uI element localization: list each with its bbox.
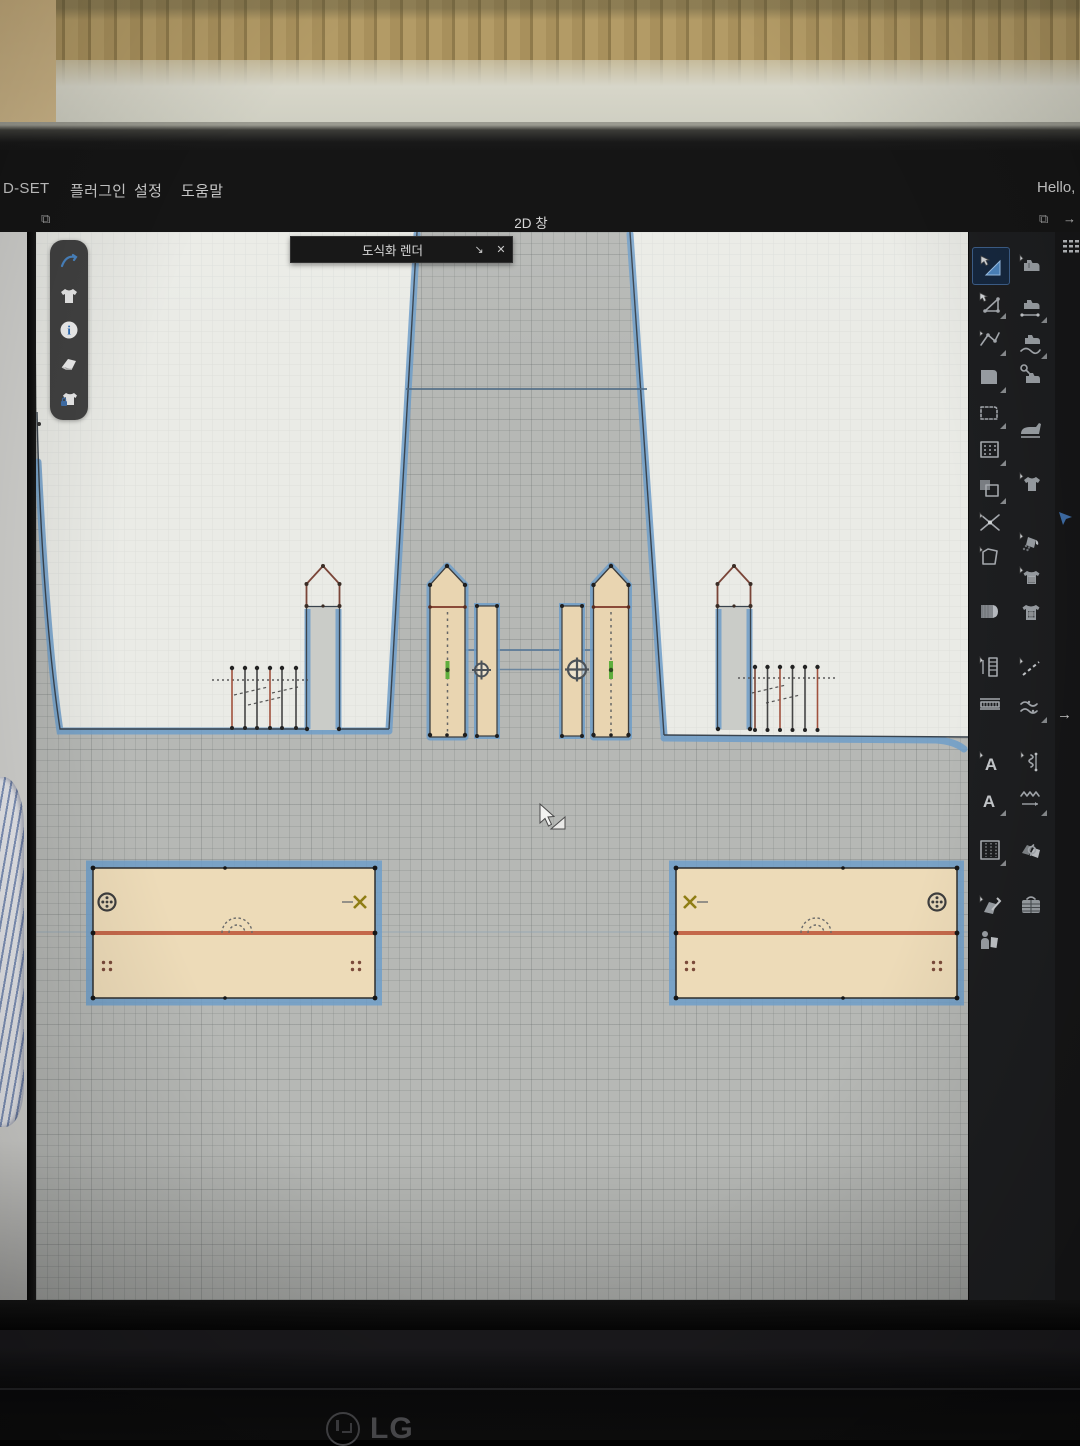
menu-item-help[interactable]: 도움말 [181,180,223,201]
window-restore-icon[interactable]: ⧉ [41,211,50,227]
tool-fabric-roll[interactable] [972,594,1008,630]
tool-cut-cross[interactable] [972,505,1008,541]
pattern-piece-waistband-right[interactable] [673,864,961,1002]
render-panel-close-icon[interactable]: ✕ [490,243,512,256]
tool-tape-measure[interactable] [972,686,1008,722]
render-panel-title: 도식화 렌더 [291,240,468,259]
lg-logo: LG [326,1412,414,1446]
blue-cursor-icon [1058,510,1074,531]
expand-arrow-icon[interactable]: → [1057,706,1072,723]
tool-quilting[interactable] [1013,887,1049,923]
window-divider[interactable] [27,232,36,1300]
tool-pattern-pen[interactable] [972,887,1008,923]
tool-apply-texture[interactable] [1013,559,1049,595]
lg-brand-text: LG [370,1412,414,1446]
screen-bottom-shadow [0,1300,1080,1330]
tool-inspect-sewing[interactable] [1013,357,1049,393]
tool-segment-sewing[interactable] [1013,247,1049,283]
window-detach-arrow-icon[interactable]: → [1063,211,1076,226]
edge-point[interactable] [37,422,41,426]
tool-edit-pattern[interactable] [972,285,1008,321]
garment-lock-icon[interactable] [56,386,82,412]
monitor-bezel-bottom: LG [0,1330,1080,1440]
menu-item-mdset[interactable]: D-SET [3,180,50,197]
tool-avatar-pattern[interactable] [972,922,1008,958]
tool-texture-fill[interactable] [1013,595,1049,631]
tool-shirring[interactable] [1013,744,1049,780]
svg-text:A: A [985,755,997,774]
tab-2d-window[interactable]: 2D 창 [514,212,547,232]
tool-elastic-band[interactable] [1013,782,1049,818]
room-wall-lower [0,60,1080,126]
tool-pleat-panel[interactable] [972,832,1008,868]
needle-curve-tool-icon[interactable] [56,248,82,274]
tool-iron-press[interactable] [1013,412,1049,448]
pattern-2d-canvas[interactable] [36,232,968,1300]
left-floating-toolbar: i [50,240,88,420]
tool-free-sewing[interactable] [1013,289,1049,325]
tool-text[interactable]: A [972,744,1008,780]
tool-pattern-shape[interactable] [972,359,1008,395]
tool-transform[interactable] [972,247,1010,285]
bezel-seam [0,1388,1080,1390]
tool-curve-sewing[interactable] [1013,325,1049,361]
tool-seam-ruler[interactable] [972,649,1008,685]
fabric-layer-icon[interactable] [56,351,82,377]
button-symbol [929,894,946,911]
svg-text:A: A [983,792,995,811]
sliver-shadow [0,1140,27,1300]
account-greeting: Hello, [1037,179,1075,196]
pattern-piece-placket-right[interactable] [591,564,630,737]
tool-select-garment[interactable] [1013,465,1049,501]
show-garment-icon[interactable] [56,283,82,309]
tool-symmetry-pattern[interactable] [1013,832,1049,868]
pattern-piece-placket-left[interactable] [428,564,467,737]
menu-item-plugin[interactable]: 플러그인 [70,180,126,201]
tool-edit-curve[interactable] [972,322,1008,358]
grid-dots-icon[interactable] [1063,240,1080,260]
tool-pattern-outline[interactable] [972,395,1008,431]
tool-baseline-stitch[interactable] [1013,650,1049,686]
tool-text-style[interactable]: A [972,782,1008,818]
render-panel-titlebar[interactable]: 도식화 렌더 ↘ ✕ [290,236,513,263]
menu-item-settings[interactable]: 설정 [134,180,162,201]
lg-emblem-icon [326,1412,360,1446]
button-symbol [99,894,116,911]
tool-texture-roller[interactable] [1013,524,1049,560]
tool-pattern-grid[interactable] [972,432,1008,468]
adjacent-3d-window-sliver[interactable] [0,232,27,1300]
info-icon[interactable]: i [56,317,82,343]
tool-wave-stitch[interactable] [1013,689,1049,725]
tool-copy-pattern[interactable] [972,470,1008,506]
render-panel-minimize-icon[interactable]: ↘ [468,243,490,256]
pattern-piece-waistband-left[interactable] [90,864,379,1002]
room-wall-left [0,0,56,126]
tool-trace-outline[interactable] [972,539,1008,575]
striped-garment-sleeve [0,777,24,1127]
window-float-icon[interactable]: ⧉ [1039,211,1048,227]
svg-text:i: i [67,322,71,337]
right-side-strip [1055,232,1080,1300]
